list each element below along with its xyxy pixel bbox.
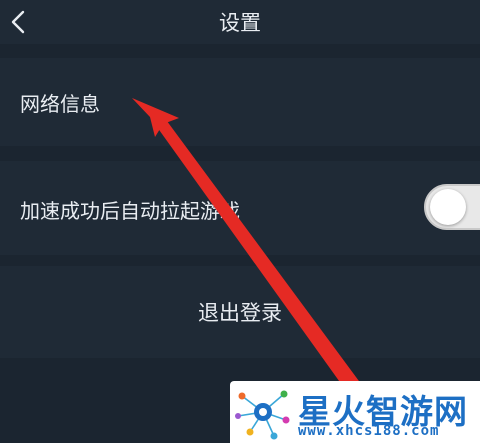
network-logo-icon xyxy=(235,390,290,440)
top-bar: 设置 xyxy=(0,0,480,44)
auto-launch-label: 加速成功后自动拉起游戏 xyxy=(20,199,240,223)
auto-launch-item: 加速成功后自动拉起游戏 xyxy=(0,161,480,255)
auto-launch-toggle[interactable] xyxy=(424,184,480,230)
logout-button-label: 退出登录 xyxy=(198,301,282,325)
network-info-item[interactable]: 网络信息 xyxy=(0,58,480,146)
watermark-url: www.xhcs188.com xyxy=(298,423,440,439)
network-info-label: 网络信息 xyxy=(20,92,100,116)
settings-screen: 设置 网络信息 加速成功后自动拉起游戏 退出登录 星火智游网 www.xhcs1… xyxy=(0,0,480,443)
arrow-shaft xyxy=(152,113,370,406)
page-title: 设置 xyxy=(219,11,261,35)
toggle-knob xyxy=(430,189,466,225)
logout-item[interactable]: 退出登录 xyxy=(0,266,480,358)
watermark: 星火智游网 www.xhcs188.com xyxy=(230,381,480,443)
